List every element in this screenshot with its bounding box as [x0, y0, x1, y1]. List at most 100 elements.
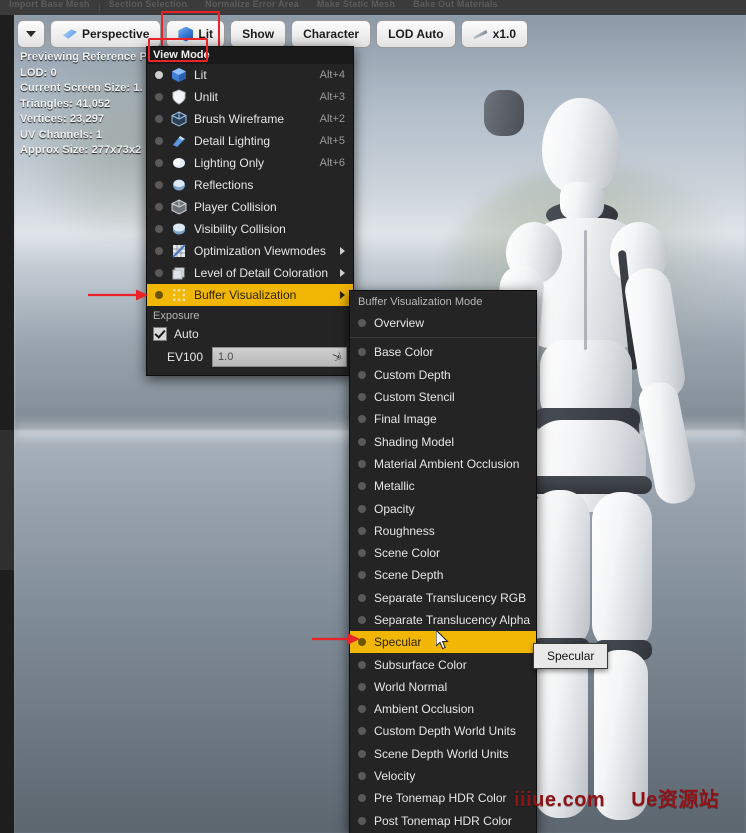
view-mode-item-player-collision[interactable]: Player Collision [147, 196, 353, 218]
view-mode-button[interactable]: Lit [166, 20, 225, 48]
view-mode-item-visibility-collision[interactable]: Visibility Collision [147, 218, 353, 240]
show-menu-button[interactable]: Show [230, 20, 286, 48]
lod-coloration-icon [171, 265, 187, 281]
ev100-label: EV100 [167, 350, 203, 364]
buffer-item-pre-tonemap-hdr-color[interactable]: Pre Tonemap HDR Color [350, 787, 536, 809]
buffer-item-shading-model[interactable]: Shading Model [350, 430, 536, 452]
camera-speed-label: x1.0 [493, 27, 516, 41]
camera-speed-button[interactable]: x1.0 [461, 20, 528, 48]
view-mode-item-unlit[interactable]: UnlitAlt+3 [147, 86, 353, 108]
buffer-item-subsurface-color[interactable]: Subsurface Color [350, 653, 536, 675]
camera-perspective-button[interactable]: Perspective [50, 20, 161, 48]
buffer-item-separate-translucency-alpha[interactable]: Separate Translucency Alpha [350, 609, 536, 631]
buffer-item-label: Overview [374, 316, 528, 330]
radio-indicator-icon [358, 371, 366, 379]
unreal-editor-window: Import Base Mesh Section Selection Norma… [0, 0, 746, 833]
view-mode-item-shortcut: Alt+5 [320, 135, 345, 147]
buffer-item-custom-depth-world-units[interactable]: Custom Depth World Units [350, 720, 536, 742]
radio-indicator-icon [358, 750, 366, 758]
buffer-item-final-image[interactable]: Final Image [350, 408, 536, 430]
view-mode-item-label: Lighting Only [194, 156, 306, 170]
exposure-auto-row[interactable]: Auto [153, 327, 347, 341]
buffer-item-label: Final Image [374, 412, 528, 426]
view-mode-item-label: Brush Wireframe [194, 112, 306, 126]
ev100-input[interactable]: 1.0 ⇲ [212, 347, 347, 367]
mannequin-hand-right [484, 90, 524, 136]
view-mode-item-optimization-viewmodes[interactable]: Optimization Viewmodes [147, 240, 353, 262]
buffer-item-specular[interactable]: Specular [350, 631, 536, 653]
radio-indicator-icon [155, 291, 163, 299]
view-mode-item-detail-lighting[interactable]: Detail LightingAlt+5 [147, 130, 353, 152]
buffer-item-custom-depth[interactable]: Custom Depth [350, 364, 536, 386]
buffer-item-world-normal[interactable]: World Normal [350, 676, 536, 698]
mannequin-head [542, 98, 620, 194]
view-mode-item-label: Visibility Collision [194, 222, 345, 236]
buffer-visualization-menu: Buffer Visualization Mode OverviewBase C… [349, 290, 537, 833]
buffer-item-velocity[interactable]: Velocity [350, 765, 536, 787]
drag-handle-icon[interactable]: ⇲ [331, 350, 343, 363]
mannequin-thigh-left [530, 490, 590, 650]
stat-lod: LOD: 0 [20, 66, 166, 82]
toolbar-item-import-base-mesh[interactable]: Import Base Mesh [0, 0, 99, 9]
lit-cube-icon [178, 27, 193, 42]
buffer-item-label: Scene Depth World Units [374, 747, 528, 761]
stat-uv-channels: UV Channels: 1 [20, 128, 166, 144]
view-mode-item-label: Reflections [194, 178, 345, 192]
character-menu-button[interactable]: Character [291, 20, 371, 48]
buffer-item-label: Scene Color [374, 546, 528, 560]
lod-menu-button[interactable]: LOD Auto [376, 20, 456, 48]
toolbar-item-normalize-error-area[interactable]: Normalize Error Area [196, 0, 308, 9]
radio-indicator-icon [155, 181, 163, 189]
menu-divider [350, 337, 536, 338]
checkbox-checked-icon[interactable] [153, 327, 167, 341]
radio-indicator-icon [358, 571, 366, 579]
buffer-item-scene-color[interactable]: Scene Color [350, 542, 536, 564]
buffer-item-opacity[interactable]: Opacity [350, 497, 536, 519]
buffer-item-label: Base Color [374, 345, 528, 359]
show-label: Show [242, 27, 274, 41]
toolbar-item-make-static-mesh[interactable]: Make Static Mesh [308, 0, 404, 9]
buffer-item-label: World Normal [374, 680, 528, 694]
buffer-item-separate-translucency-rgb[interactable]: Separate Translucency RGB [350, 587, 536, 609]
exposure-ev100-row: EV100 1.0 ⇲ [153, 347, 347, 367]
buffer-item-ambient-occlusion[interactable]: Ambient Occlusion [350, 698, 536, 720]
radio-indicator-icon [358, 319, 366, 327]
buffer-item-label: Custom Depth World Units [374, 724, 528, 738]
view-mode-item-lighting-only[interactable]: Lighting OnlyAlt+6 [147, 152, 353, 174]
buffer-item-metallic[interactable]: Metallic [350, 475, 536, 497]
buffer-item-scene-depth-world-units[interactable]: Scene Depth World Units [350, 743, 536, 765]
perspective-label: Perspective [82, 27, 149, 41]
view-mode-item-reflections[interactable]: Reflections [147, 174, 353, 196]
view-mode-item-label: Buffer Visualization [194, 288, 332, 302]
buffer-item-label: Post Tonemap HDR Color [374, 814, 528, 828]
radio-indicator-icon [155, 269, 163, 277]
view-mode-item-buffer-visualization[interactable]: Buffer Visualization [147, 284, 353, 306]
buffer-item-material-ambient-occlusion[interactable]: Material Ambient Occlusion [350, 453, 536, 475]
buffer-item-post-tonemap-hdr-color[interactable]: Post Tonemap HDR Color [350, 810, 536, 832]
buffer-item-roughness[interactable]: Roughness [350, 520, 536, 542]
radio-indicator-icon [358, 727, 366, 735]
buffer-item-label: Opacity [374, 502, 528, 516]
buffer-item-label: Shading Model [374, 435, 528, 449]
radio-indicator-icon [358, 460, 366, 468]
view-mode-item-lit[interactable]: LitAlt+4 [147, 64, 353, 86]
view-mode-item-brush-wireframe[interactable]: Brush WireframeAlt+2 [147, 108, 353, 130]
buffer-item-base-color[interactable]: Base Color [350, 341, 536, 363]
radio-indicator-icon [155, 115, 163, 123]
buffer-item-label: Material Ambient Occlusion [374, 457, 528, 471]
viewport-options-dropdown-button[interactable] [17, 20, 45, 48]
buffer-item-overview[interactable]: Overview [350, 312, 536, 334]
optimization-icon [171, 243, 187, 259]
lod-label: LOD Auto [388, 27, 444, 41]
toolbar-item-bake-out-materials[interactable]: Bake Out Materials [404, 0, 507, 9]
stat-screen-size: Current Screen Size: 1. [20, 81, 166, 97]
view-mode-item-label: Unlit [194, 90, 306, 104]
view-mode-button-wrapper: Lit [166, 20, 225, 48]
view-mode-item-level-of-detail-coloration[interactable]: Level of Detail Coloration [147, 262, 353, 284]
radio-indicator-icon [358, 638, 366, 646]
buffer-item-custom-stencil[interactable]: Custom Stencil [350, 386, 536, 408]
buffer-item-scene-depth[interactable]: Scene Depth [350, 564, 536, 586]
radio-indicator-icon [358, 794, 366, 802]
toolbar-item-section-selection[interactable]: Section Selection [100, 0, 196, 9]
wireframe-cube-icon [171, 111, 187, 127]
